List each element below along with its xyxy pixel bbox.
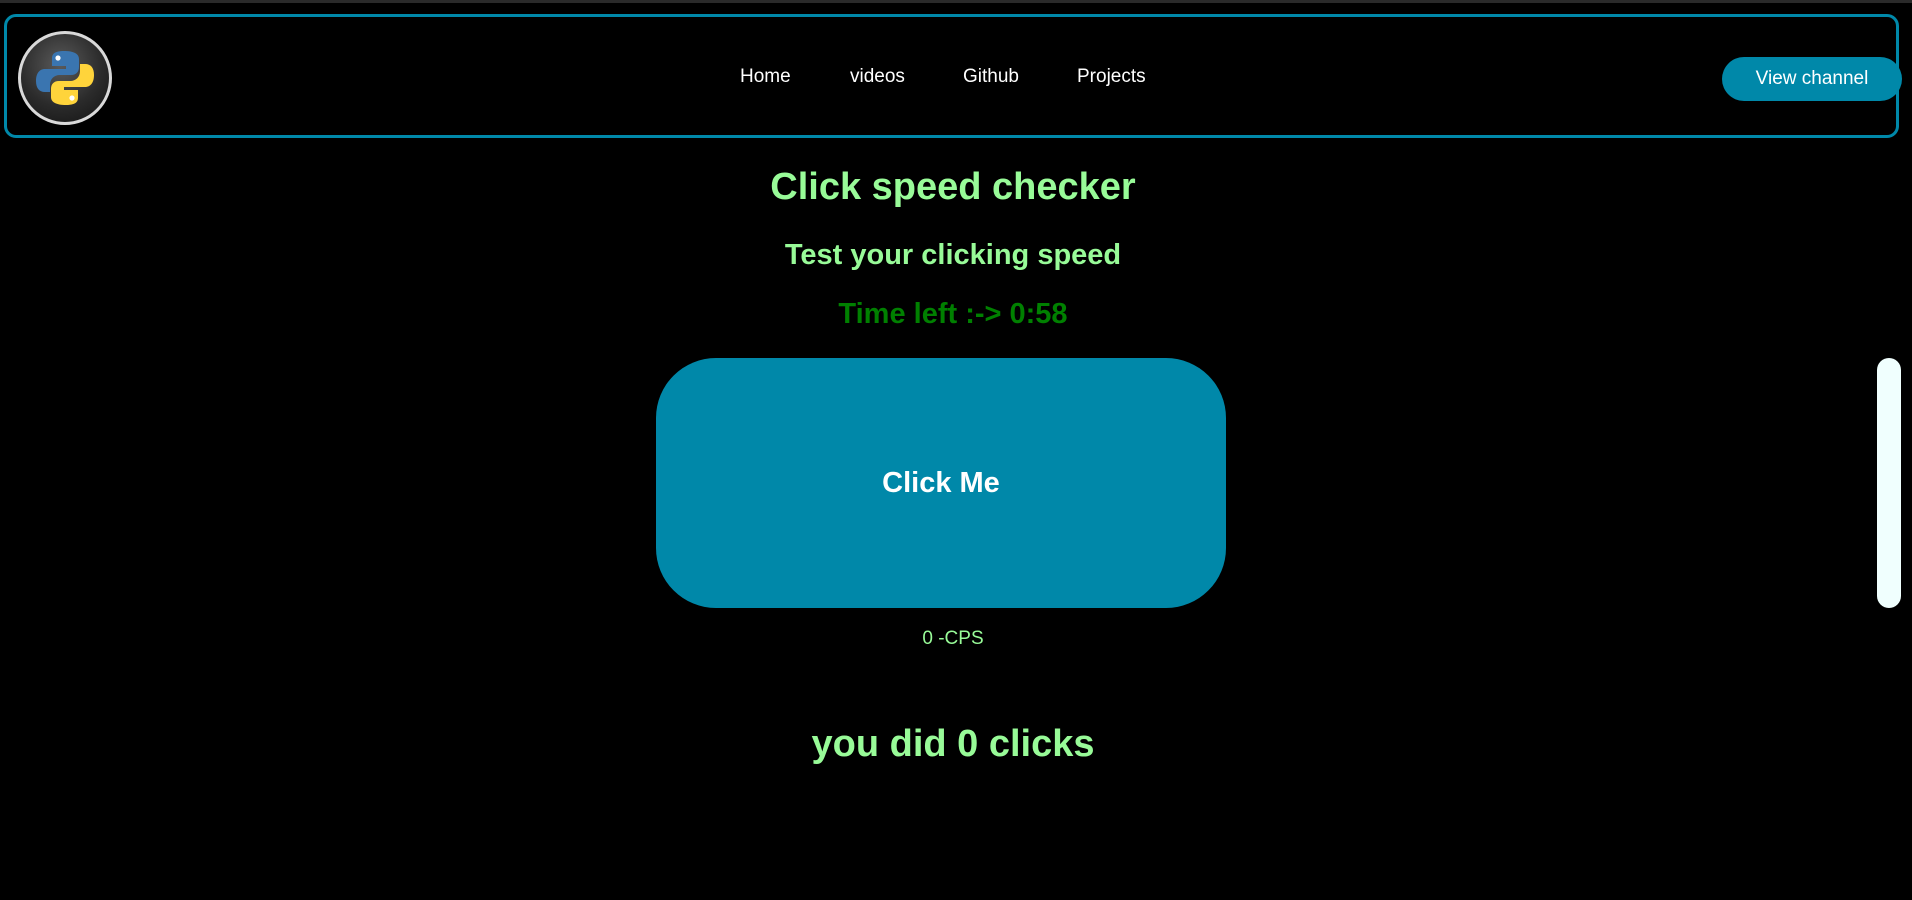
view-channel-button[interactable]: View channel (1722, 57, 1902, 101)
cps-readout: 0 -CPS (922, 628, 984, 649)
nav-link-home[interactable]: Home (740, 66, 791, 88)
navbar: Home videos Github Projects View channel (4, 14, 1902, 141)
nav-links: Home videos Github Projects (7, 17, 1902, 141)
nav-link-github[interactable]: Github (963, 66, 1019, 88)
time-left-label: Time left :-> 0:58 (838, 298, 1068, 330)
scrollbar-thumb[interactable] (1877, 358, 1901, 608)
clicks-result: you did 0 clicks (811, 723, 1095, 765)
nav-link-projects[interactable]: Projects (1077, 66, 1146, 88)
nav-link-videos[interactable]: videos (850, 66, 905, 88)
page-subtitle: Test your clicking speed (784, 239, 1122, 271)
page-title: Click speed checker (770, 166, 1136, 208)
window-top-edge (0, 0, 1912, 3)
click-me-button[interactable]: Click Me (656, 358, 1226, 608)
